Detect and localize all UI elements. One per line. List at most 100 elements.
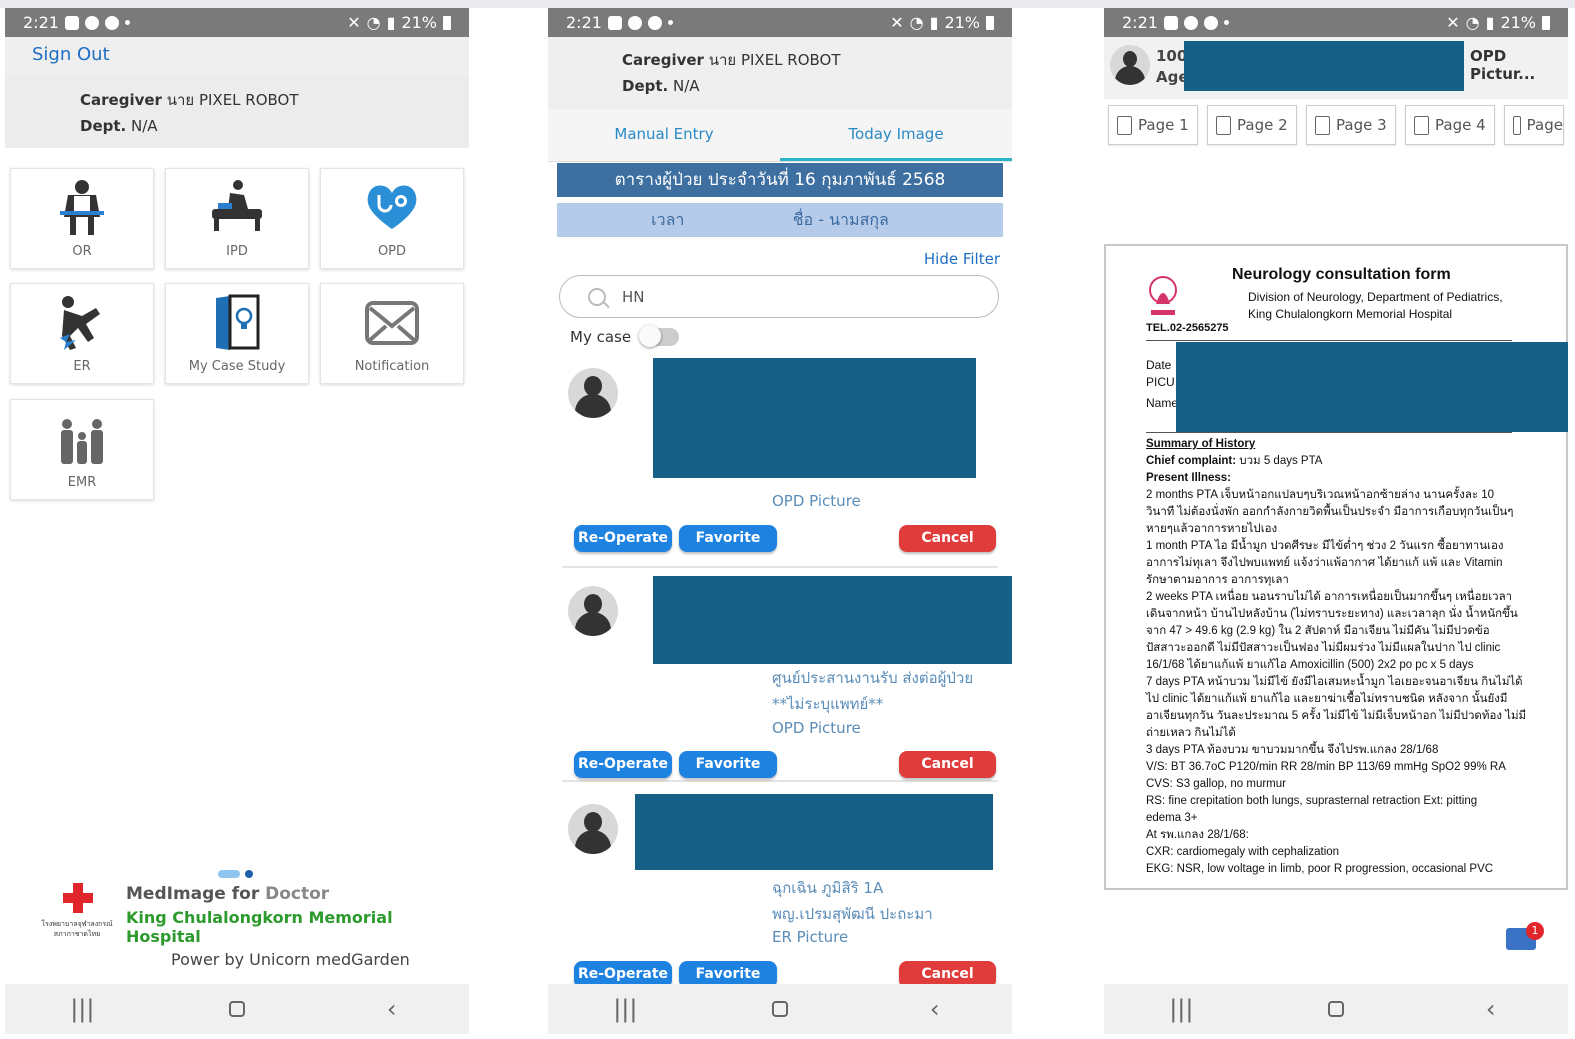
power-by: Power by Unicorn medGarden [171, 950, 410, 969]
page-tab[interactable]: Page 1 [1108, 105, 1198, 145]
doc-body: Summary of History Chief complaint: บวม … [1146, 436, 1546, 878]
status-time: 2:21 [1122, 13, 1158, 32]
card-line: พญ.เปรมสุพัฒนี ปะถะมา [772, 905, 933, 923]
sign-out-link[interactable]: Sign Out [5, 37, 469, 75]
android-nav-bar: ||| ‹ [1104, 984, 1568, 1034]
redacted-block [653, 576, 1012, 664]
tile-opd[interactable]: OPD [320, 168, 464, 269]
page-tab-label: Page 2 [1237, 116, 1288, 134]
chat-icon [1183, 15, 1198, 30]
doc-tel: TEL.02-2565275 [1146, 322, 1229, 334]
patient-card[interactable]: ศูนย์ประสานงานรับ ส่งต่อผู้ป่วย **ไม่ระบ… [562, 576, 1012, 782]
status-time: 2:21 [566, 13, 602, 32]
mute-icon: ✕ [890, 13, 904, 32]
recent-apps-button[interactable]: ||| [595, 995, 655, 1023]
home-button[interactable] [750, 995, 810, 1023]
history-line: ไป clinic ได้ยาแก้แพ้ ยาแก้ไอ และยาฆ่าเช… [1146, 693, 1508, 705]
hn-search-input[interactable]: HN [559, 275, 999, 318]
file-icon [1117, 115, 1132, 135]
dept-value: N/A [673, 77, 700, 95]
history-line: V/S: BT 36.7oC P120/min RR 28/min BP 113… [1146, 761, 1506, 773]
status-bar: 2:21 ✕ ◔ ▮ 21% [1104, 8, 1568, 37]
red-cross-icon [63, 883, 93, 913]
re-operate-button[interactable]: Re-Operate [574, 525, 672, 552]
page-tab[interactable]: Page 2 [1207, 105, 1297, 145]
my-case-filter: My case [570, 325, 680, 347]
favorite-button[interactable]: Favorite [679, 525, 777, 552]
column-time[interactable]: เวลา [651, 208, 684, 233]
page-tab[interactable]: Page 3 [1306, 105, 1396, 145]
back-button[interactable]: ‹ [905, 995, 965, 1023]
summary-heading: Summary of History [1146, 438, 1256, 450]
scanned-document: Neurology consultation form Division of … [1104, 244, 1568, 890]
tile-notification[interactable]: Notification [320, 283, 464, 384]
tile-or[interactable]: OR [10, 168, 154, 269]
favorite-button[interactable]: Favorite [679, 751, 777, 778]
my-case-label: My case [570, 328, 632, 346]
history-line: At รพ.แกลง 28/1/68: [1146, 829, 1249, 841]
mute-icon: ✕ [1446, 13, 1460, 32]
tab-manual-entry[interactable]: Manual Entry [548, 109, 780, 161]
wifi-icon: ◔ [366, 13, 381, 32]
avatar [1110, 45, 1150, 85]
avatar [568, 368, 618, 418]
checkbox-icon [64, 15, 79, 30]
caregiver-info: Caregiver นาย PIXEL ROBOT Dept. N/A [5, 75, 469, 148]
back-button[interactable]: ‹ [362, 995, 422, 1023]
wifi-icon: ◔ [1465, 13, 1480, 32]
dot-icon [1223, 20, 1229, 25]
history-line: RS: fine crepitation both lungs, suprast… [1146, 795, 1478, 807]
tab-today-image[interactable]: Today Image [780, 109, 1012, 161]
caregiver-name: นาย PIXEL ROBOT [708, 51, 841, 69]
tile-label: EMR [67, 475, 97, 490]
redacted-block [1184, 41, 1464, 91]
avatar [568, 586, 618, 636]
column-name[interactable]: ชื่อ - นามสกุล [793, 208, 889, 233]
card-line: ER Picture [772, 928, 849, 946]
cancel-button[interactable]: Cancel [899, 525, 996, 552]
cancel-button[interactable]: Cancel [899, 751, 996, 778]
caregiver-label: Caregiver [622, 51, 704, 69]
battery-icon [443, 15, 451, 30]
dept-value: N/A [131, 117, 158, 135]
tile-emr[interactable]: EMR [10, 399, 154, 500]
page-tabs: Page 1 Page 2 Page 3 Page 4 Page [1108, 105, 1564, 145]
re-operate-button[interactable]: Re-Operate [574, 751, 672, 778]
tile-label: My Case Study [188, 359, 286, 374]
sync-icon [1203, 15, 1218, 30]
tile-label: IPD [226, 244, 248, 259]
page-tab[interactable]: Page 4 [1405, 105, 1495, 145]
tile-ipd[interactable]: IPD [165, 168, 309, 269]
doc-subtitle: Division of Neurology, Department of Ped… [1248, 290, 1503, 304]
recent-apps-button[interactable]: ||| [52, 995, 112, 1023]
patient-card[interactable]: OPD Picture Re-Operate Favorite Cancel [562, 358, 998, 568]
dot-icon [124, 20, 130, 25]
page-dot [245, 870, 253, 878]
patient-card[interactable]: ฉุกเฉิน ภูมิสิริ 1A พญ.เปรมสุพัฒนี ปะถะม… [562, 794, 998, 988]
history-line: อาเจียนทุกวัน วันละประมาณ 5 ครั้ง ไม่มีไ… [1146, 710, 1527, 722]
doc-title: Neurology consultation form [1232, 266, 1451, 283]
caregiver-name: นาย PIXEL ROBOT [166, 91, 299, 109]
hospital-name: King Chulalongkorn Memorial Hospital [126, 908, 393, 946]
back-button[interactable]: ‹ [1461, 995, 1521, 1023]
tab-bar: Manual Entry Today Image [548, 109, 1012, 162]
my-case-toggle[interactable] [639, 325, 680, 347]
redacted-block [1176, 342, 1568, 432]
page-tab[interactable]: Page [1504, 105, 1564, 145]
home-button[interactable] [207, 995, 267, 1023]
history-line: วินาที ไม่ต้องนั่งพัก ออกกำลังกายวิดพื้น… [1146, 506, 1514, 518]
recent-apps-button[interactable]: ||| [1151, 995, 1211, 1023]
status-bar: 2:21 ✕ ◔ ▮ 21% [5, 8, 469, 37]
tile-er[interactable]: ER [10, 283, 154, 384]
history-line: เดินจากหน้า บ้านไปหลังบ้าน (ไม่ทราบระยะท… [1146, 608, 1518, 620]
redacted-block [635, 794, 993, 870]
home-button[interactable] [1306, 995, 1366, 1023]
emergency-fall-icon [60, 296, 100, 350]
file-icon [1216, 115, 1231, 135]
doc-subtitle: King Chulalongkorn Memorial Hospital [1248, 307, 1453, 321]
hide-filter-link[interactable]: Hide Filter [924, 250, 1000, 268]
tile-my-case-study[interactable]: My Case Study [165, 283, 309, 384]
dot-icon [667, 20, 673, 25]
file-icon [1414, 115, 1429, 135]
family-icon [61, 419, 103, 464]
